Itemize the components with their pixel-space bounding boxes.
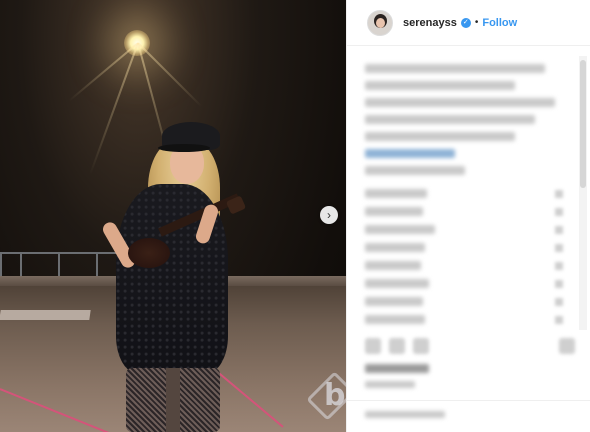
- caption-line-blurred: [365, 64, 545, 73]
- legs: [126, 368, 220, 432]
- watermark-logo: b: [306, 370, 346, 422]
- ukulele-body: [128, 238, 170, 268]
- instagram-post: › b serenayss ✓ • Follow: [0, 0, 590, 432]
- comment-row: [365, 207, 563, 216]
- chevron-right-icon: ›: [327, 208, 331, 222]
- heart-icon[interactable]: [555, 189, 563, 198]
- performer-figure: [100, 118, 250, 432]
- comments-area: [347, 46, 579, 330]
- heart-icon[interactable]: [555, 279, 563, 288]
- username-link[interactable]: serenayss: [403, 17, 457, 29]
- comment-row: [365, 297, 563, 306]
- follow-button[interactable]: Follow: [482, 17, 517, 29]
- caption-line-blurred: [365, 81, 515, 90]
- verified-badge-icon: ✓: [460, 17, 471, 28]
- caption-line-blurred: [365, 98, 555, 107]
- likes-count-blurred[interactable]: [365, 364, 429, 373]
- caption-line-blurred: [365, 132, 515, 141]
- avatar[interactable]: [367, 9, 393, 36]
- heart-icon[interactable]: [555, 315, 563, 324]
- caption-link-blurred[interactable]: [365, 149, 455, 158]
- share-icon[interactable]: [413, 338, 429, 354]
- heart-icon[interactable]: [555, 225, 563, 234]
- heart-icon[interactable]: [365, 338, 381, 354]
- heart-icon[interactable]: [555, 243, 563, 252]
- post-header: serenayss ✓ • Follow: [347, 0, 590, 46]
- add-comment-bar[interactable]: [347, 400, 590, 432]
- timestamp-blurred: [365, 166, 465, 175]
- post-meta: [365, 364, 565, 396]
- scrollbar-thumb[interactable]: [580, 60, 586, 188]
- watermark-letter: b: [324, 378, 346, 413]
- post-photo[interactable]: › b: [0, 0, 346, 432]
- comment-row: [365, 225, 563, 234]
- comment-row: [365, 243, 563, 252]
- heart-icon[interactable]: [555, 297, 563, 306]
- post-date-blurred: [365, 381, 415, 388]
- cap-brim: [158, 144, 210, 152]
- bookmark-icon[interactable]: [559, 338, 575, 354]
- comment-row: [365, 315, 563, 324]
- post-actions: [365, 336, 575, 356]
- next-photo-button[interactable]: ›: [320, 206, 338, 224]
- comments-scrollbar[interactable]: [579, 56, 587, 330]
- stage-prop: [0, 310, 91, 320]
- comment-row: [365, 189, 563, 198]
- heart-icon[interactable]: [555, 261, 563, 270]
- comment-icon[interactable]: [389, 338, 405, 354]
- caption-line-blurred: [365, 115, 535, 124]
- separator-dot: •: [474, 17, 479, 28]
- comment-row: [365, 279, 563, 288]
- post-sidebar: serenayss ✓ • Follow: [346, 0, 590, 432]
- add-comment-placeholder-blurred: [365, 411, 445, 418]
- comment-row: [365, 261, 563, 270]
- heart-icon[interactable]: [555, 207, 563, 216]
